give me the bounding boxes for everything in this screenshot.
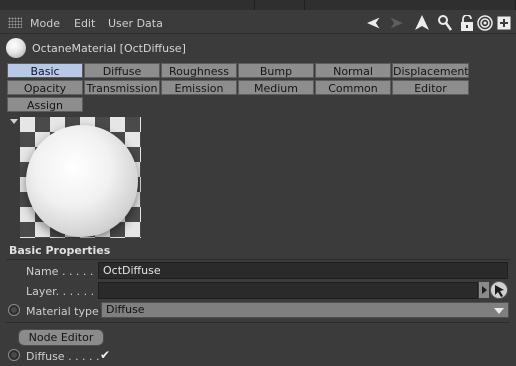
target-icon[interactable]	[477, 15, 493, 31]
tab-diffuse[interactable]: Diffuse	[84, 63, 160, 78]
menu-bar: Mode Edit User Data	[0, 12, 516, 34]
tab-displacement[interactable]: Displacement	[392, 63, 469, 78]
menu-user-data[interactable]: User Data	[108, 17, 163, 30]
node-editor-button[interactable]: Node Editor	[18, 329, 104, 346]
tab-opacity[interactable]: Opacity	[7, 80, 83, 95]
layer-label: Layer. . . . . . .	[26, 285, 102, 298]
forward-arrow-icon[interactable]	[387, 15, 403, 31]
top-strip-segment	[305, 0, 516, 10]
grip-handle-icon[interactable]	[8, 17, 22, 28]
section-title: Basic Properties	[9, 244, 111, 257]
material-type-value: Diffuse	[106, 303, 145, 316]
top-strip-segment	[0, 0, 255, 10]
name-field[interactable]: OctDiffuse	[98, 262, 508, 279]
search-icon[interactable]	[437, 15, 453, 31]
layer-field[interactable]	[98, 282, 478, 299]
tab-normal[interactable]: Normal	[315, 63, 391, 78]
section-header-basic-properties: Basic Properties	[6, 242, 510, 260]
new-panel-icon[interactable]	[496, 15, 512, 31]
tab-basic[interactable]: Basic	[7, 63, 83, 78]
material-title: OctaneMaterial [OctDiffuse]	[32, 42, 186, 55]
name-label: Name . . . . . .	[26, 265, 101, 278]
top-strip	[0, 0, 516, 10]
pick-object-icon[interactable]	[490, 281, 508, 299]
diffuse-keyframe-radio[interactable]	[8, 349, 20, 361]
top-strip-segment	[255, 0, 305, 10]
material-preview-icon	[6, 38, 26, 58]
preview-collapse-icon[interactable]	[10, 119, 18, 124]
menu-edit[interactable]: Edit	[74, 17, 95, 30]
material-preview[interactable]	[20, 117, 141, 238]
material-title-bar: OctaneMaterial [OctDiffuse]	[0, 36, 516, 60]
tab-assign[interactable]: Assign	[7, 97, 83, 112]
layer-link-arrow-icon[interactable]	[479, 282, 489, 298]
diffuse-label: Diffuse . . . . .	[26, 350, 100, 363]
material-type-keyframe-radio[interactable]	[8, 304, 20, 316]
menu-mode[interactable]: Mode	[30, 17, 60, 30]
tab-common[interactable]: Common	[315, 80, 391, 95]
diffuse-checkbox[interactable]: ✔	[100, 348, 110, 362]
tab-transmission[interactable]: Transmission	[84, 80, 160, 95]
tab-medium[interactable]: Medium	[238, 80, 314, 95]
tab-editor[interactable]: Editor	[392, 80, 469, 95]
lock-icon[interactable]	[459, 15, 475, 31]
up-arrow-icon[interactable]	[414, 15, 430, 31]
material-type-select[interactable]: Diffuse	[101, 302, 509, 318]
preview-sphere	[26, 125, 138, 237]
divider	[6, 322, 510, 323]
chevron-down-icon	[494, 308, 504, 314]
tab-roughness[interactable]: Roughness	[161, 63, 237, 78]
tab-bump[interactable]: Bump	[238, 63, 314, 78]
back-arrow-icon[interactable]	[367, 15, 383, 31]
material-type-label: Material type	[26, 305, 99, 318]
tab-emission[interactable]: Emission	[161, 80, 237, 95]
